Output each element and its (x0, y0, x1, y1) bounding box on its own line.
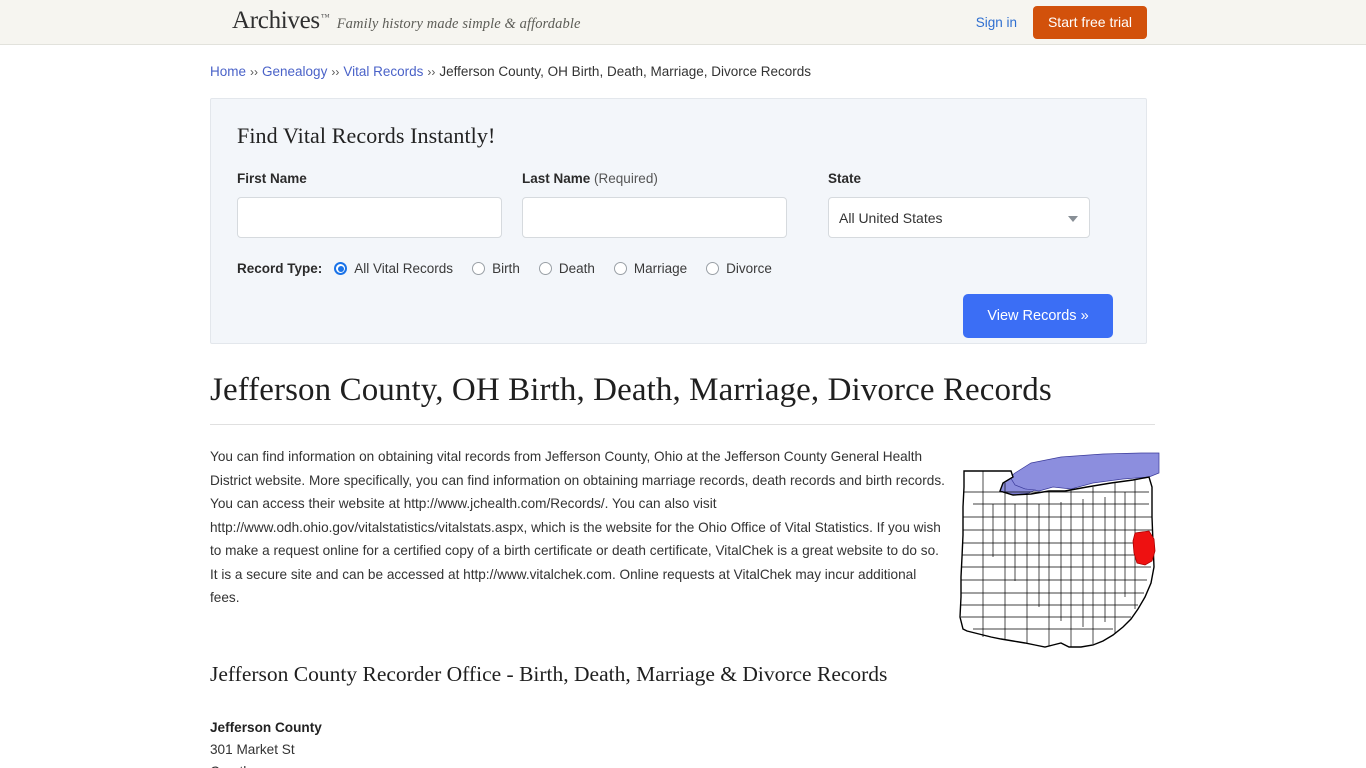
radio-indicator (472, 262, 486, 275)
breadcrumb: Home ›› Genealogy ›› Vital Records ›› Jefferso… (210, 45, 1155, 81)
breadcrumb-item-genealogy[interactable]: Genealogy (262, 64, 327, 79)
submit-row: View Records » (237, 294, 1120, 338)
last-name-required-note: (Required) (594, 171, 658, 186)
radio-label-death: Death (558, 261, 595, 276)
breadcrumb-item-vital-records[interactable]: Vital Records (343, 64, 423, 79)
jefferson-county-highlight (1132, 530, 1156, 566)
state-label: State (828, 171, 862, 186)
radio-indicator (613, 262, 627, 275)
breadcrumb-separator: ›› (250, 65, 259, 79)
address-organization: Jefferson County (210, 719, 322, 735)
last-name-label-text: Last Name (522, 171, 591, 186)
page-body: Home ›› Genealogy ›› Vital Records ›› Jefferso… (0, 45, 1366, 768)
recorder-office-address: Jefferson County 301 Market St Courthous… (210, 717, 1155, 768)
address-street: 301 Market St (210, 741, 295, 757)
record-type-label: Record Type: (237, 261, 323, 276)
radio-death[interactable]: Death (538, 261, 595, 276)
address-building: Courthouse (210, 761, 1155, 768)
search-panel-title: Find Vital Records Instantly! (237, 123, 496, 148)
first-name-input[interactable] (237, 197, 502, 238)
recorder-office-heading: Jefferson County Recorder Office - Birth… (210, 661, 888, 686)
start-free-trial-button[interactable]: Start free trial (1032, 5, 1147, 39)
page-title: Jefferson County, OH Birth, Death, Marri… (210, 372, 1155, 425)
state-select-wrap: All United States (828, 197, 1090, 238)
breadcrumb-item-home[interactable]: Home (210, 64, 246, 79)
brand-name: Archives (232, 7, 320, 34)
radio-label-divorce: Divorce (726, 261, 772, 276)
search-fields-row: First Name Last Name (Required) State Al… (237, 171, 1120, 238)
breadcrumb-item-current: Jefferson County, OH Birth, Death, Marri… (439, 64, 812, 79)
radio-label-marriage: Marriage (633, 261, 688, 276)
site-logo[interactable]: Archives ™ Family history made simple & … (232, 7, 580, 35)
trademark-mark: ™ (320, 12, 330, 22)
brand-tagline: Family history made simple & affordable (336, 16, 581, 32)
radio-divorce[interactable]: Divorce (706, 261, 772, 276)
last-name-label: Last Name (Required) (522, 171, 787, 187)
radio-label-birth: Birth (492, 261, 520, 276)
breadcrumb-separator: ›› (427, 65, 436, 79)
last-name-field-group: Last Name (Required) (522, 171, 787, 238)
state-select[interactable]: All United States (828, 197, 1090, 238)
radio-indicator (334, 262, 348, 275)
header-inner: Archives ™ Family history made simple & … (0, 0, 1366, 44)
record-type-radio-group: Record Type: All Vital Records Birth Dea… (237, 261, 1120, 276)
article-body: You can find information on obtaining vi… (210, 445, 1160, 648)
radio-label-all-vital-records: All Vital Records (354, 261, 454, 276)
site-header: Archives ™ Family history made simple & … (0, 0, 1366, 45)
last-name-input[interactable] (522, 197, 787, 238)
state-field-group: State All United States (828, 171, 1090, 238)
first-name-field-group: First Name (237, 171, 502, 238)
ohio-county-map (953, 447, 1165, 659)
radio-all-vital-records[interactable]: All Vital Records (334, 261, 453, 276)
breadcrumb-separator: ›› (331, 65, 340, 79)
radio-indicator (538, 262, 552, 275)
first-name-label: First Name (237, 171, 307, 186)
article-paragraph: You can find information on obtaining vi… (210, 449, 945, 605)
radio-indicator (706, 262, 720, 275)
radio-marriage[interactable]: Marriage (613, 261, 688, 276)
view-records-button[interactable]: View Records » (963, 294, 1113, 338)
radio-birth[interactable]: Birth (472, 261, 520, 276)
content-column: Home ›› Genealogy ›› Vital Records ›› Jefferso… (210, 45, 1160, 768)
header-actions: Sign in Start free trial (976, 0, 1366, 44)
vital-records-search-panel: Find Vital Records Instantly! First Name… (210, 98, 1147, 344)
sign-in-link[interactable]: Sign in (976, 15, 1017, 30)
